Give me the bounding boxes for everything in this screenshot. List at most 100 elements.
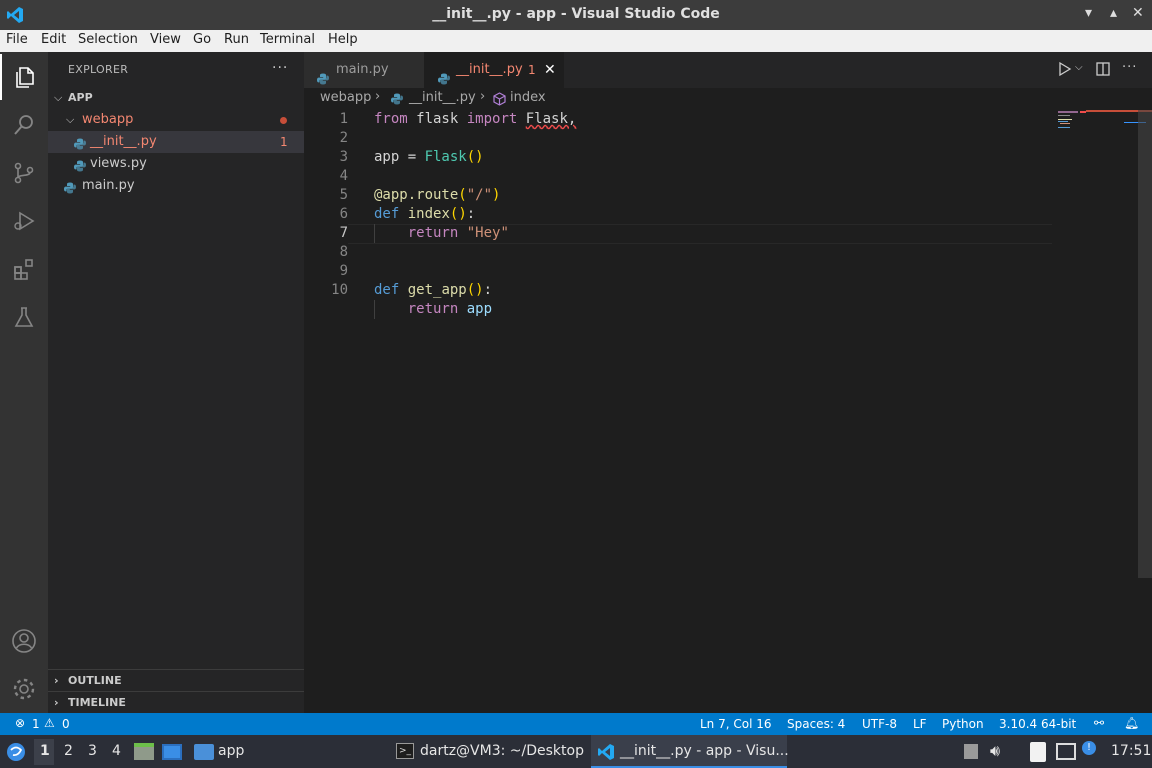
tab-main-py[interactable]: main.py xyxy=(304,52,424,88)
timeline-section[interactable]: › TIMELINE xyxy=(48,691,304,713)
folder-root-app[interactable]: ⌵ APP xyxy=(48,87,304,109)
split-editor-icon[interactable] xyxy=(1096,62,1110,80)
menu-go[interactable]: Go xyxy=(193,32,211,47)
file-views-py[interactable]: views.py xyxy=(48,153,304,175)
folder-webapp[interactable]: ⌵ webapp xyxy=(48,109,304,131)
updates-notification-icon[interactable]: ! xyxy=(1082,741,1096,755)
workspace-4[interactable]: 4 xyxy=(112,743,121,759)
clock: 17:51 xyxy=(1111,743,1152,759)
file-label: __init__.py xyxy=(90,134,157,149)
workspace-2[interactable]: 2 xyxy=(64,743,73,759)
code-line: from flask import Flask, xyxy=(374,111,577,127)
python-file-icon xyxy=(64,180,76,202)
line-number: 7 xyxy=(339,225,348,241)
explorer-icon[interactable] xyxy=(0,54,48,100)
outline-label: OUTLINE xyxy=(68,674,122,687)
breadcrumb: webapp › __init__.py › index xyxy=(304,88,1152,110)
taskbar: 1 2 3 4 app >_ dartz@VM3: ~/Desktop __in… xyxy=(0,735,1152,768)
taskbar-vscode-window[interactable]: __init__.py - app - Visu... xyxy=(620,743,789,759)
testing-flask-icon[interactable] xyxy=(0,294,48,340)
network-icon[interactable] xyxy=(1056,743,1076,760)
menu-edit[interactable]: Edit xyxy=(41,32,66,47)
menu-selection[interactable]: Selection xyxy=(78,32,138,47)
terminal-icon: >_ xyxy=(396,743,414,759)
line-number: 2 xyxy=(339,130,348,146)
tab-label: __init__.py xyxy=(456,62,523,77)
error-icon: ⊗ xyxy=(15,716,26,730)
search-icon[interactable] xyxy=(0,102,48,148)
warning-icon: ⚠ xyxy=(44,716,55,730)
minimap[interactable] xyxy=(1056,110,1138,130)
file-manager-icon[interactable] xyxy=(134,743,154,760)
file-main-py[interactable]: main.py xyxy=(48,175,304,197)
outline-section[interactable]: › OUTLINE xyxy=(48,669,304,691)
clipboard-icon[interactable] xyxy=(1030,742,1046,762)
run-python-file-icon[interactable] xyxy=(1058,61,1072,81)
extensions-icon[interactable] xyxy=(0,246,48,292)
run-dropdown-chevron-icon[interactable]: ⌵ xyxy=(1075,62,1083,73)
tab-problem-count: 1 xyxy=(528,63,536,77)
indent-guide xyxy=(374,224,375,243)
line-ending[interactable]: LF xyxy=(913,717,927,731)
line-number: 4 xyxy=(339,168,348,184)
close-tab-icon[interactable]: ✕ xyxy=(544,52,556,88)
problem-count-badge: 1 xyxy=(280,135,288,149)
taskbar-terminal-window[interactable]: dartz@VM3: ~/Desktop xyxy=(420,743,584,759)
menu-run[interactable]: Run xyxy=(224,32,249,47)
code-line: @app.route("/") xyxy=(374,187,501,203)
breadcrumb-symbol[interactable]: index xyxy=(510,90,546,105)
python-interpreter[interactable]: 3.10.4 64-bit xyxy=(999,717,1076,731)
run-debug-icon[interactable] xyxy=(0,198,48,244)
maximize-button[interactable]: ▴ xyxy=(1110,5,1117,21)
encoding[interactable]: UTF-8 xyxy=(862,717,897,731)
start-menu-icon[interactable] xyxy=(6,742,26,766)
minimize-button[interactable]: ▾ xyxy=(1085,5,1092,21)
menu-file[interactable]: File xyxy=(6,32,28,47)
title-bar: __init__.py - app - Visual Studio Code ▾… xyxy=(0,0,1152,30)
explorer-sidebar: EXPLORER ··· ⌵ APP ⌵ webapp __init__.py … xyxy=(48,52,304,713)
settings-gear-icon[interactable] xyxy=(0,666,48,712)
chevron-right-icon: › xyxy=(54,696,59,709)
menu-view[interactable]: View xyxy=(150,32,181,47)
line-number: 9 xyxy=(339,263,348,279)
accounts-icon[interactable] xyxy=(0,618,48,664)
status-bar: ⊗ 1 ⚠ 0 Ln 7, Col 16 Spaces: 4 UTF-8 LF … xyxy=(0,713,1152,735)
chevron-right-icon: › xyxy=(480,89,486,104)
breadcrumb-file[interactable]: __init__.py xyxy=(409,90,476,105)
code-line: return "Hey" xyxy=(407,225,509,241)
chevron-right-icon: › xyxy=(375,89,381,104)
indent-guide xyxy=(374,300,375,319)
menu-help[interactable]: Help xyxy=(328,32,358,47)
editor-more-actions-icon[interactable]: ··· xyxy=(1122,60,1137,75)
close-window-button[interactable]: ✕ xyxy=(1132,5,1144,21)
menu-bar: File Edit Selection View Go Run Terminal… xyxy=(0,30,1152,52)
code-line: return app xyxy=(407,301,493,317)
chevron-down-icon: ⌵ xyxy=(54,91,63,104)
indentation[interactable]: Spaces: 4 xyxy=(787,717,845,731)
show-desktop-icon[interactable] xyxy=(162,744,182,760)
tray-upload-icon[interactable] xyxy=(964,744,978,759)
source-control-icon[interactable] xyxy=(0,150,48,196)
modified-dot-icon xyxy=(280,117,287,124)
language-mode[interactable]: Python xyxy=(942,717,984,731)
workspace-1[interactable]: 1 xyxy=(40,743,50,759)
window-title: __init__.py - app - Visual Studio Code xyxy=(432,6,720,22)
vertical-scrollbar[interactable] xyxy=(1138,110,1152,578)
error-count[interactable]: 1 xyxy=(32,717,40,731)
taskbar-folder-app[interactable]: app xyxy=(218,743,244,759)
workspace-3[interactable]: 3 xyxy=(88,743,97,759)
root-folder-label: APP xyxy=(68,91,93,104)
warning-count[interactable]: 0 xyxy=(62,717,70,731)
tab-init-py[interactable]: __init__.py 1 ✕ xyxy=(424,52,564,88)
volume-icon[interactable]: 🔊︎ xyxy=(990,741,1000,761)
file-init-py[interactable]: __init__.py 1 xyxy=(48,131,304,153)
notifications-bell-icon[interactable]: 🔔︎ xyxy=(1124,716,1139,730)
cursor-position[interactable]: Ln 7, Col 16 xyxy=(700,717,772,731)
code-editor[interactable]: 1 2 3 4 5 6 7 8 9 10 from flask import F… xyxy=(304,110,1152,713)
line-number: 3 xyxy=(339,149,348,165)
more-actions-icon[interactable]: ··· xyxy=(272,60,288,76)
menu-terminal[interactable]: Terminal xyxy=(260,32,315,47)
line-number: 10 xyxy=(331,282,348,298)
feedback-icon[interactable]: ⚯ xyxy=(1094,716,1104,730)
breadcrumb-folder[interactable]: webapp xyxy=(320,90,371,105)
